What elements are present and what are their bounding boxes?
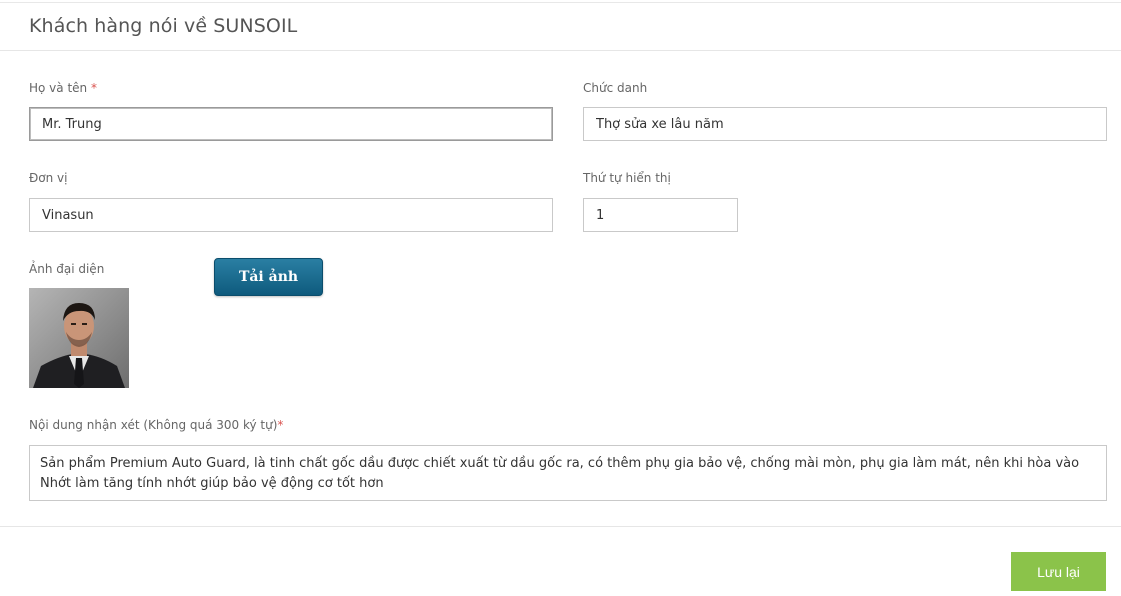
top-border: [0, 2, 1121, 3]
display-order-label: Thứ tự hiển thị: [583, 171, 671, 185]
organization-label: Đơn vị: [29, 171, 68, 185]
name-input[interactable]: [29, 107, 553, 141]
upload-image-button[interactable]: Tải ảnh: [214, 258, 323, 296]
page-title: Khách hàng nói về SUNSOIL: [29, 15, 298, 37]
display-order-input[interactable]: [583, 198, 738, 232]
organization-input[interactable]: [29, 198, 553, 232]
name-required-mark: *: [90, 81, 97, 95]
save-button[interactable]: Lưu lại: [1011, 552, 1106, 591]
comment-label: Nội dung nhận xét (Không quá 300 ký tự)*: [29, 418, 283, 432]
position-label: Chức danh: [583, 81, 648, 95]
footer-divider: [0, 526, 1121, 527]
avatar-image: [29, 288, 129, 388]
position-input[interactable]: [583, 107, 1107, 141]
header-divider: [0, 50, 1121, 51]
avatar-label: Ảnh đại diện: [29, 262, 105, 276]
name-label: Họ và tên *: [29, 81, 97, 95]
comment-label-text: Nội dung nhận xét (Không quá 300 ký tự): [29, 418, 278, 432]
comment-required-mark: *: [277, 418, 284, 432]
comment-textarea[interactable]: Sản phẩm Premium Auto Guard, là tinh chấ…: [29, 445, 1107, 501]
avatar: [29, 288, 129, 388]
name-label-text: Họ và tên: [29, 81, 88, 95]
